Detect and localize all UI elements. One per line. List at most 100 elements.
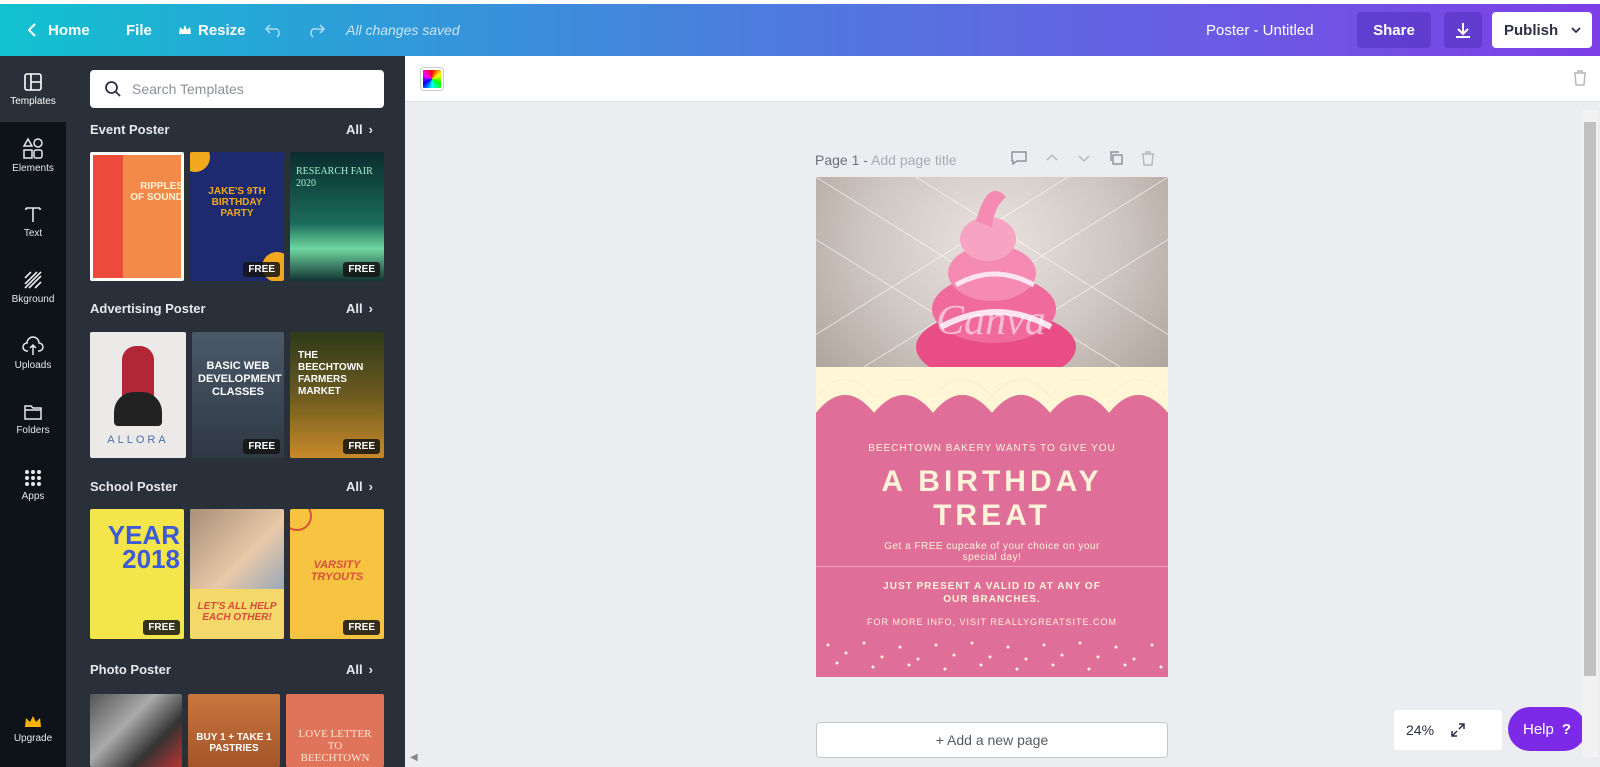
section-title-advertising-poster: Advertising Poster	[90, 301, 206, 316]
template-thumb[interactable]: JAKE'S 9TH BIRTHDAY PARTY FREE	[190, 152, 284, 281]
chevron-left-icon	[27, 23, 36, 37]
rail-label: Elements	[12, 162, 54, 174]
scroll-left-arrow[interactable]: ◀	[410, 752, 418, 763]
cupcake-illustration	[816, 177, 1168, 402]
trash-icon[interactable]	[1572, 69, 1588, 87]
see-all-photo-poster[interactable]: All ›	[346, 662, 373, 677]
poster-info-text[interactable]: FOR MORE INFO, VISIT REALLYGREATSITE.COM	[816, 617, 1168, 627]
add-page-button[interactable]: + Add a new page	[816, 722, 1168, 758]
search-icon	[105, 81, 121, 97]
poster-page[interactable]: Canva BEECHTOWN BAKERY WANTS TO GIVE YOU…	[816, 177, 1168, 677]
zoom-level: 24%	[1406, 722, 1435, 738]
poster-instruction-text[interactable]: JUST PRESENT A VALID ID AT ANY OF OUR BR…	[876, 580, 1108, 606]
rail-apps[interactable]: Apps	[0, 452, 66, 518]
template-thumb[interactable]: YEAR 2018 FREE	[90, 509, 184, 639]
template-thumb[interactable]: THE BEECHTOWN FARMERS MARKET FREE	[290, 332, 384, 458]
free-badge: FREE	[343, 439, 380, 454]
rail-label: Bkground	[11, 293, 55, 305]
template-thumb[interactable]: RESEARCH FAIR 2020 FREE	[290, 152, 384, 281]
undo-button[interactable]	[264, 4, 284, 56]
thumb-title: YEAR 2018	[107, 520, 180, 574]
all-label: All	[346, 122, 363, 137]
poster-offer-text[interactable]: Get a FREE cupcake of your choice on you…	[876, 541, 1108, 563]
section-title-event-poster: Event Poster	[90, 122, 170, 137]
thumb-title: THE BEECHTOWN FARMERS MARKET	[298, 350, 364, 397]
poster-divider	[816, 566, 1168, 567]
comment-icon[interactable]	[1010, 150, 1028, 166]
template-thumb[interactable]: VARSITY TRYOUTS FREE	[290, 509, 384, 639]
thumb-title: VARSITY TRYOUTS	[310, 559, 364, 583]
chevron-up-icon[interactable]	[1044, 150, 1060, 166]
page-label: Page 1 - Add page title	[815, 152, 957, 168]
template-thumb[interactable]: BUY 1 + TAKE 1 PASTRIES	[188, 694, 280, 767]
redo-button[interactable]	[306, 4, 326, 56]
section-title-school-poster: School Poster	[90, 479, 178, 494]
rail-label: Text	[23, 227, 43, 239]
help-button[interactable]: Help ?	[1508, 707, 1586, 751]
free-badge: FREE	[143, 620, 180, 635]
template-thumb[interactable]: LOVE LETTER TO BEECHTOWN	[286, 694, 384, 767]
rail-uploads[interactable]: Uploads	[0, 320, 66, 386]
chevron-right-icon: ›	[368, 479, 373, 494]
chevron-down-icon[interactable]	[1076, 150, 1092, 166]
vertical-scrollbar[interactable]	[1582, 110, 1598, 757]
elements-icon	[22, 136, 43, 159]
search-placeholder: Search Templates	[132, 81, 244, 97]
canva-watermark: Canva	[936, 298, 1046, 344]
color-picker-button[interactable]	[421, 68, 443, 90]
share-button[interactable]: Share	[1357, 12, 1431, 48]
publish-button[interactable]: Publish	[1492, 12, 1592, 48]
expand-icon[interactable]	[1450, 722, 1466, 738]
thumb-title: ALLORA	[107, 434, 169, 446]
rail-templates[interactable]: Templates	[0, 56, 66, 122]
poster-intro-text[interactable]: BEECHTOWN BAKERY WANTS TO GIVE YOU	[816, 443, 1168, 454]
rail-text[interactable]: Text	[0, 188, 66, 254]
rail-background[interactable]: Bkground	[0, 254, 66, 320]
chevron-down-icon	[1571, 27, 1581, 34]
rail-label: Uploads	[14, 359, 52, 371]
poster-headline[interactable]: A BIRTHDAY TREAT	[816, 465, 1168, 533]
rail-elements[interactable]: Elements	[0, 122, 66, 188]
download-button[interactable]	[1444, 12, 1482, 48]
download-icon	[1456, 23, 1470, 38]
page-title-input[interactable]: Add page title	[871, 152, 957, 168]
crown-icon	[25, 715, 41, 727]
see-all-advertising-poster[interactable]: All ›	[346, 301, 373, 316]
resize-button[interactable]: Resize	[178, 4, 246, 56]
headline-line-1: A BIRTHDAY	[881, 465, 1103, 498]
confetti-dots	[826, 641, 1163, 671]
apps-icon	[25, 469, 41, 486]
question-icon: ?	[1561, 720, 1572, 738]
page-number: Page 1 -	[815, 152, 872, 168]
publish-label: Publish	[1504, 21, 1559, 39]
editor-toolbar	[405, 56, 1600, 102]
chevron-right-icon: ›	[368, 662, 373, 677]
trash-icon[interactable]	[1140, 150, 1156, 166]
template-thumb[interactable]: BASIC WEB DEVELOPMENT CLASSES FREE	[192, 332, 284, 458]
file-menu[interactable]: File	[126, 4, 152, 56]
thumb-title: BUY 1 + TAKE 1 PASTRIES	[196, 732, 272, 754]
upgrade-button[interactable]: Upgrade	[0, 696, 66, 762]
see-all-event-poster[interactable]: All ›	[346, 122, 373, 137]
template-thumb[interactable]: RIPPLES OF SOUND	[90, 152, 184, 281]
home-button[interactable]: Home	[26, 4, 90, 56]
template-thumb[interactable]: ALLORA	[90, 332, 186, 458]
template-thumb[interactable]: LET'S ALL HELP EACH OTHER!	[190, 509, 284, 639]
section-title-photo-poster: Photo Poster	[90, 662, 171, 677]
left-rail: Templates Elements Text Bkground Uploads…	[0, 56, 66, 767]
rail-folders[interactable]: Folders	[0, 386, 66, 452]
see-all-school-poster[interactable]: All ›	[346, 479, 373, 494]
free-badge: FREE	[243, 439, 280, 454]
rail-label: Folders	[16, 424, 50, 436]
scrollbar-thumb[interactable]	[1584, 122, 1596, 676]
thumb-title: BASIC WEB DEVELOPMENT CLASSES	[198, 360, 282, 398]
document-title[interactable]: Poster - Untitled	[1206, 4, 1314, 56]
zoom-control[interactable]: 24%	[1394, 710, 1502, 750]
template-thumb[interactable]	[90, 694, 182, 767]
search-templates-input[interactable]: Search Templates	[90, 70, 384, 108]
thumb-title: JAKE'S 9TH BIRTHDAY PARTY	[208, 186, 266, 219]
cupcake-photo[interactable]: Canva	[816, 177, 1168, 402]
duplicate-icon[interactable]	[1108, 150, 1124, 166]
folders-icon	[24, 404, 42, 420]
scallop-border	[816, 367, 1168, 427]
